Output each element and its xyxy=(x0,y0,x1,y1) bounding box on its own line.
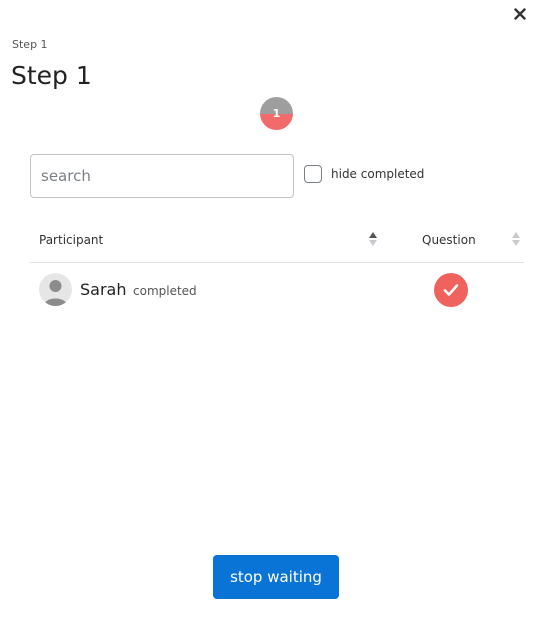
stop-waiting-button[interactable]: stop waiting xyxy=(213,555,339,599)
progress-badge: 1 xyxy=(260,97,293,130)
close-button[interactable] xyxy=(510,4,530,24)
page-title: Step 1 xyxy=(11,61,92,90)
hide-completed-checkbox[interactable] xyxy=(304,165,322,183)
hide-completed-label: hide completed xyxy=(331,167,425,181)
question-status-badge xyxy=(434,273,468,307)
step-caption: Step 1 xyxy=(12,38,48,51)
participant-status: completed xyxy=(133,284,197,298)
close-icon xyxy=(514,8,526,20)
progress-count: 1 xyxy=(272,107,281,120)
avatar xyxy=(39,273,72,306)
participant-name: Sarah xyxy=(80,280,127,299)
check-icon xyxy=(443,284,459,296)
sort-icon[interactable] xyxy=(511,230,521,248)
column-header-question[interactable]: Question xyxy=(422,233,476,247)
column-header-participant[interactable]: Participant xyxy=(39,233,103,247)
search-input[interactable] xyxy=(30,154,294,198)
table-row: Sarah completed xyxy=(30,264,524,316)
hide-completed-toggle[interactable]: hide completed xyxy=(304,165,424,183)
sort-icon[interactable] xyxy=(368,230,378,248)
table-header: Participant Question xyxy=(30,222,524,263)
wait-modal: Step 1 Step 1 1 hide completed Participa… xyxy=(0,0,542,623)
user-avatar-icon xyxy=(44,280,67,306)
